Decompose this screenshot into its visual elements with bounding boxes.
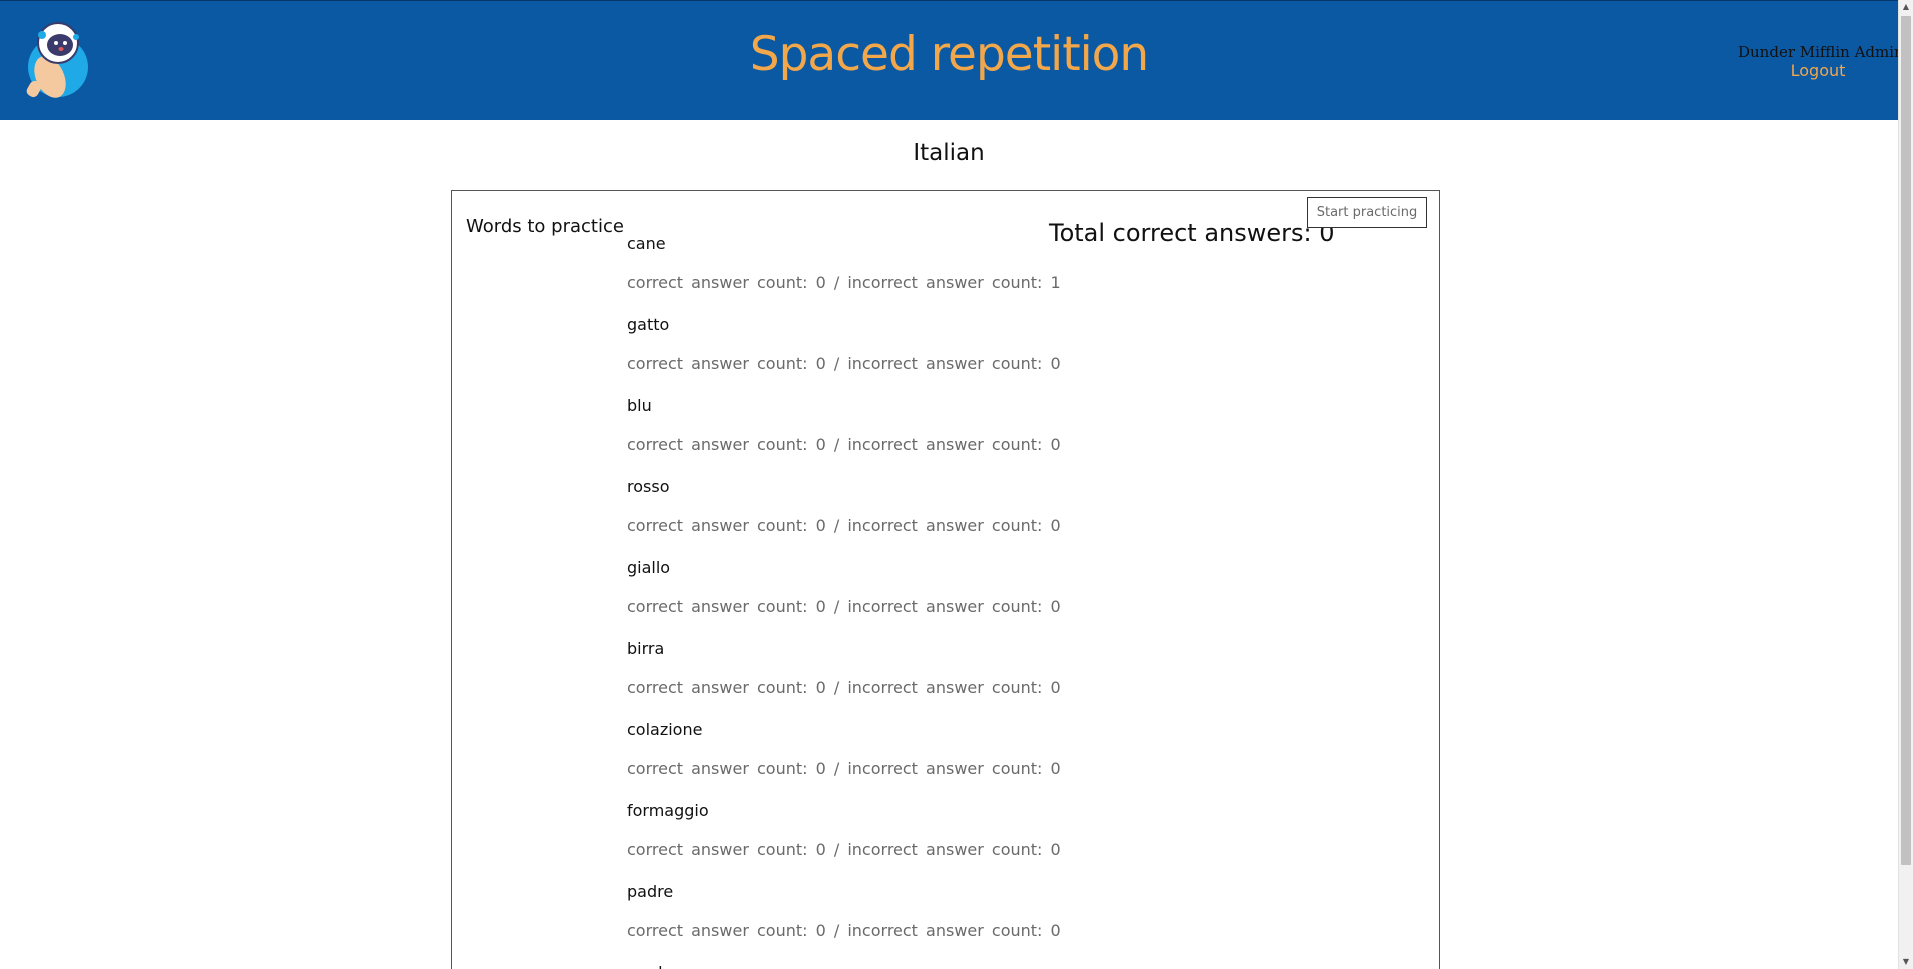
app-title: Spaced repetition: [749, 27, 1149, 82]
word-text: blu: [627, 396, 652, 415]
word-text: birra: [627, 639, 665, 658]
word-stats: correct answer count: 0 / incorrect answ…: [627, 678, 1061, 697]
word-text: giallo: [627, 558, 671, 577]
user-menu: Dunder Mifflin Admin Logout: [1738, 43, 1904, 81]
word-stats: correct answer count: 0 / incorrect answ…: [627, 921, 1061, 940]
start-practicing-button[interactable]: Start practicing: [1307, 197, 1427, 228]
word-text: rosso: [627, 477, 670, 496]
word-text: cane: [627, 234, 666, 253]
logout-link[interactable]: Logout: [1738, 61, 1898, 81]
word-stats: correct answer count: 0 / incorrect answ…: [627, 759, 1061, 778]
user-name: Dunder Mifflin Admin: [1738, 43, 1904, 61]
word-text: gatto: [627, 315, 670, 334]
word-text: formaggio: [627, 801, 709, 820]
app-header: Spaced repetition Dunder Mifflin Admin L…: [0, 0, 1904, 120]
word-stats: correct answer count: 0 / incorrect answ…: [627, 354, 1061, 373]
word-text: madre: [627, 963, 679, 969]
total-correct-answers: Total correct answers: 0: [1049, 219, 1335, 247]
word-stats: correct answer count: 0 / incorrect answ…: [627, 516, 1061, 535]
word-stats: correct answer count: 0 / incorrect answ…: [627, 840, 1061, 859]
scroll-up-arrow-icon[interactable]: ▲: [1899, 0, 1913, 14]
word-stats: correct answer count: 0 / incorrect answ…: [627, 597, 1061, 616]
page: Spaced repetition Dunder Mifflin Admin L…: [0, 0, 1913, 969]
scroll-down-arrow-icon[interactable]: ▼: [1899, 955, 1913, 969]
word-text: padre: [627, 882, 674, 901]
word-text: colazione: [627, 720, 703, 739]
words-heading: Words to practice: [466, 216, 624, 237]
words-panel: Words to practice cane correct answer co…: [451, 190, 1440, 969]
vertical-scrollbar[interactable]: ▲ ▼: [1898, 0, 1913, 969]
word-stats: correct answer count: 0 / incorrect answ…: [627, 273, 1061, 292]
word-stats: correct answer count: 0 / incorrect answ…: [627, 435, 1061, 454]
language-title: Italian: [913, 140, 985, 166]
scrollbar-thumb[interactable]: [1901, 16, 1911, 865]
